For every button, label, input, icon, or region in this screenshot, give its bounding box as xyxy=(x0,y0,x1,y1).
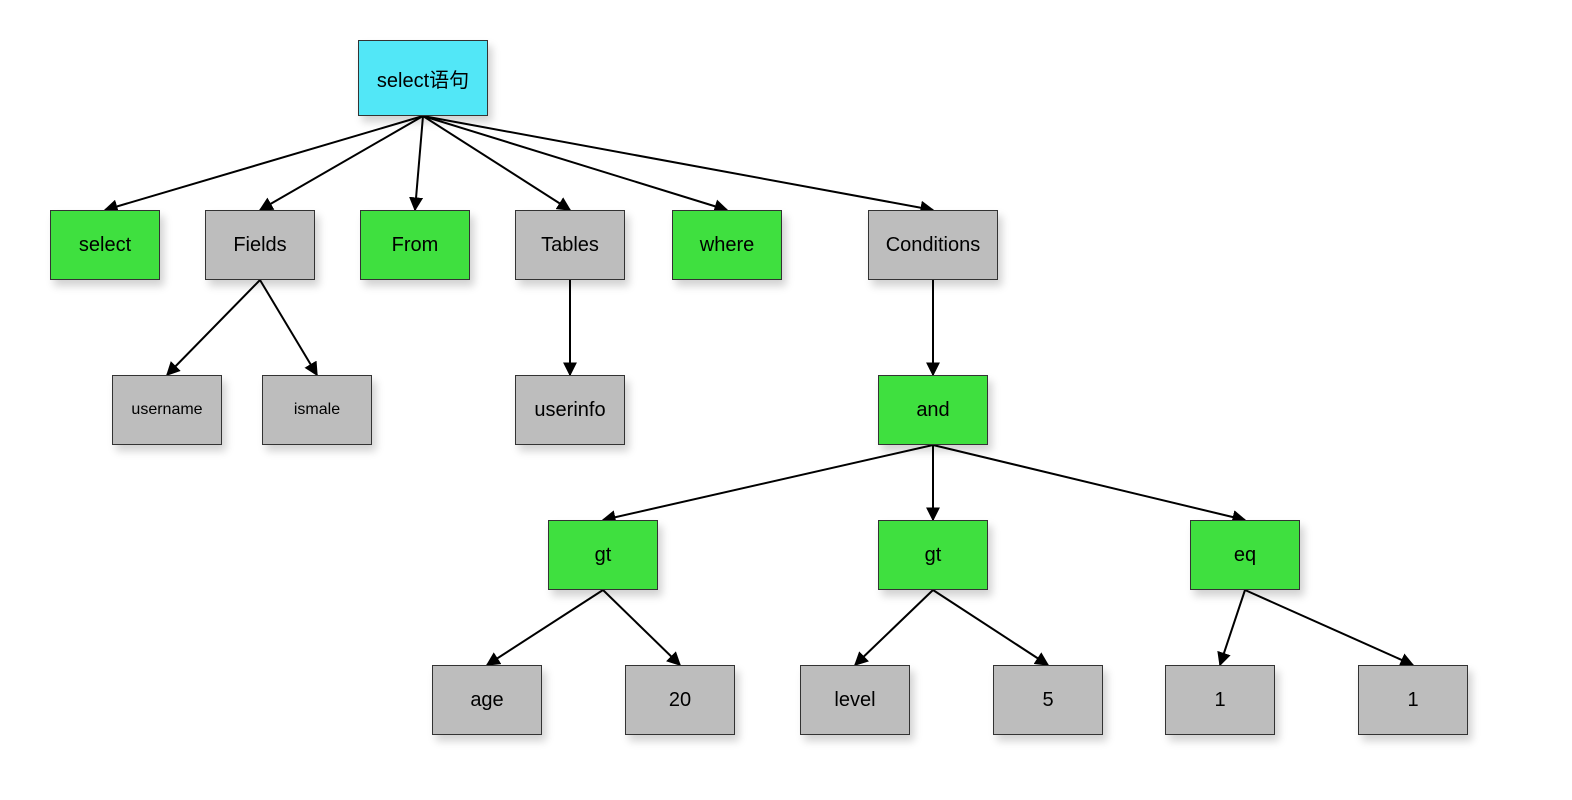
node-gt1: gt xyxy=(548,520,658,590)
node-v20: 20 xyxy=(625,665,735,735)
node-v1a: 1 xyxy=(1165,665,1275,735)
edge-gt1-v20 xyxy=(603,590,680,665)
node-conditions: Conditions xyxy=(868,210,998,280)
node-v5: 5 xyxy=(993,665,1103,735)
edge-gt1-age xyxy=(487,590,603,665)
node-age: age xyxy=(432,665,542,735)
node-root: select语句 xyxy=(358,40,488,116)
node-from: From xyxy=(360,210,470,280)
edges-layer xyxy=(0,0,1572,800)
node-v1b: 1 xyxy=(1358,665,1468,735)
edge-root-where xyxy=(423,116,727,210)
edge-root-tables xyxy=(423,116,570,210)
edge-root-fields xyxy=(260,116,423,210)
edge-root-select xyxy=(105,116,423,210)
node-userinfo: userinfo xyxy=(515,375,625,445)
edge-eq-v1a xyxy=(1220,590,1245,665)
edge-and-gt1 xyxy=(603,445,933,520)
edge-root-conditions xyxy=(423,116,933,210)
edge-fields-ismale xyxy=(260,280,317,375)
edge-gt2-level xyxy=(855,590,933,665)
node-level: level xyxy=(800,665,910,735)
edge-eq-v1b xyxy=(1245,590,1413,665)
node-where: where xyxy=(672,210,782,280)
node-ismale: ismale xyxy=(262,375,372,445)
node-fields: Fields xyxy=(205,210,315,280)
edge-fields-username xyxy=(167,280,260,375)
edge-and-eq xyxy=(933,445,1245,520)
diagram-canvas: select语句 select Fields From Tables where… xyxy=(0,0,1572,800)
node-gt2: gt xyxy=(878,520,988,590)
node-eq: eq xyxy=(1190,520,1300,590)
edge-root-from xyxy=(415,116,423,210)
edge-gt2-v5 xyxy=(933,590,1048,665)
node-tables: Tables xyxy=(515,210,625,280)
node-and: and xyxy=(878,375,988,445)
node-username: username xyxy=(112,375,222,445)
node-select: select xyxy=(50,210,160,280)
